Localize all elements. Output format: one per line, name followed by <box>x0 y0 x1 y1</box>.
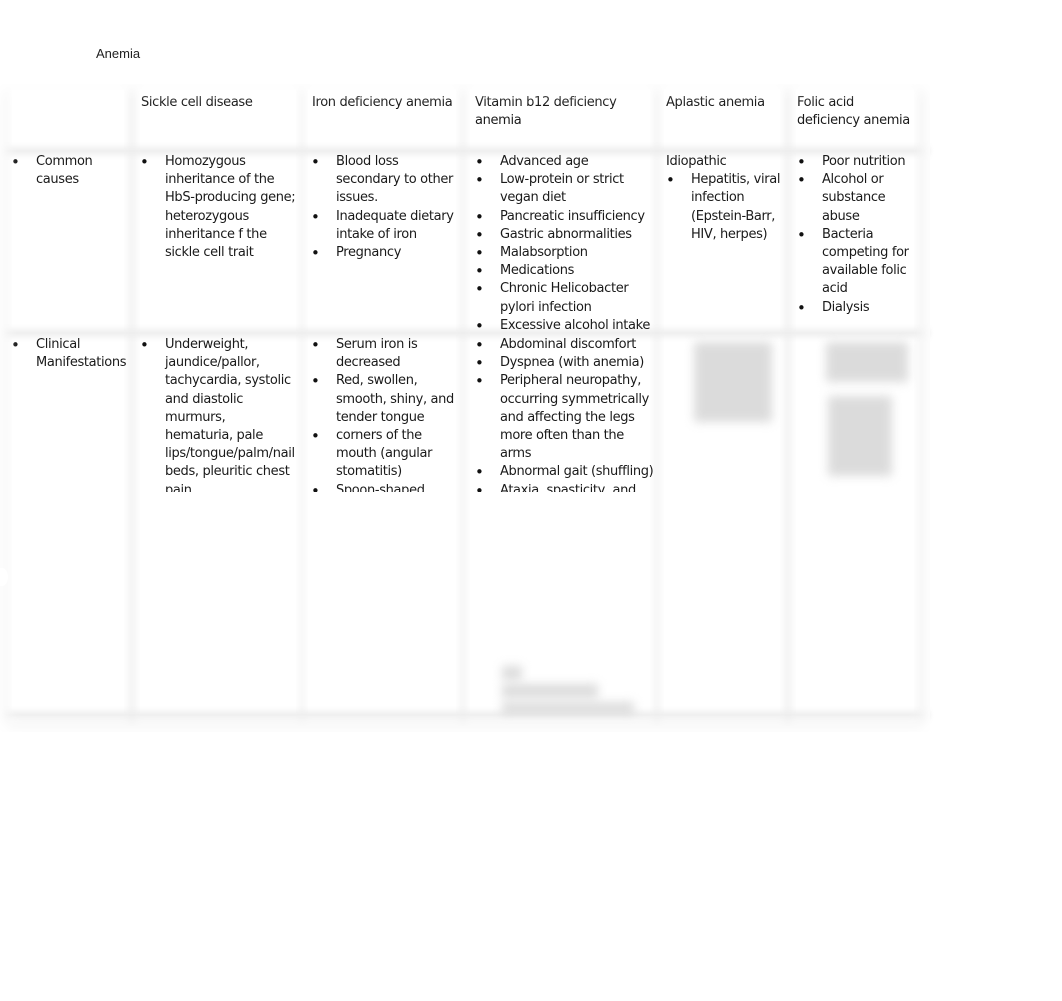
blurred-text-block <box>502 666 522 680</box>
list-item: Advanced age <box>475 153 655 171</box>
table-cell: Serum iron is decreased Red, swollen, sm… <box>311 336 457 492</box>
list-item: Underweight, jaundice/pallor, tachycardi… <box>140 336 296 492</box>
table-cell: Blood loss secondary to other issues. In… <box>311 153 457 262</box>
list-item: Homozygous inheritance of the HbS-produc… <box>140 153 296 262</box>
row-label: Common causes <box>11 153 126 189</box>
row-label-cell: Common causes <box>11 153 126 189</box>
blurred-text-block <box>694 342 772 422</box>
row-label: Clinical Manifestations <box>11 336 131 372</box>
table-cell: Underweight, jaundice/pallor, tachycardi… <box>140 336 296 492</box>
row-divider <box>0 708 930 722</box>
header-cell: Vitamin b12 deficiency anemia <box>475 95 617 129</box>
header-cell: Iron deficiency anemia <box>312 95 453 110</box>
list-item: Pregnancy <box>311 244 457 262</box>
list-item: Chronic Helicobacter pylori infection <box>475 280 655 316</box>
list-item: Low-protein or strict vegan diet <box>475 171 655 207</box>
list-item: Alcohol or substance abuse <box>797 171 915 226</box>
anemia-comparison-table: Sickle cell disease Iron deficiency anem… <box>0 84 930 732</box>
list-item: Blood loss secondary to other issues. <box>311 153 457 208</box>
blurred-text-block <box>502 684 598 698</box>
list-item: Hepatitis, viral infection (Epstein-Barr… <box>666 171 784 244</box>
list-item: Spoon-shaped <box>311 482 457 492</box>
list-item: Malabsorption <box>475 244 655 262</box>
table-cell: Idiopathic Hepatitis, viral infection (E… <box>666 153 784 244</box>
list-item: Bacteria competing for available folic a… <box>797 226 915 299</box>
list-item: Abdominal discomfort <box>475 336 655 354</box>
blurred-text-block <box>828 396 892 476</box>
list-item: Peripheral neuropathy, occurring symmetr… <box>475 372 655 463</box>
list-item: Medications <box>475 262 655 280</box>
table-cell: Poor nutrition Alcohol or substance abus… <box>797 153 915 317</box>
blurred-text-block <box>826 342 908 382</box>
header-cell: Folic acid deficiency anemia <box>797 95 910 129</box>
header-cell: Sickle cell disease <box>141 95 253 110</box>
page-break-notch <box>0 568 8 586</box>
blurred-text-block <box>502 702 634 714</box>
table-cell: Abdominal discomfort Dyspnea (with anemi… <box>475 336 655 492</box>
list-item: Excessive alcohol intake <box>475 317 655 335</box>
table-cell: Homozygous inheritance of the HbS-produc… <box>140 153 296 262</box>
cell-lead-text: Idiopathic <box>666 154 727 169</box>
document-title: Anemia <box>96 46 141 61</box>
table-cell: Advanced age Low-protein or strict vegan… <box>475 153 655 335</box>
list-item: Ataxia, spasticity, and <box>475 482 655 492</box>
row-label-cell: Clinical Manifestations <box>11 336 131 372</box>
list-item: Gastric abnormalities <box>475 226 655 244</box>
list-item: Red, swollen, smooth, shiny, and tender … <box>311 372 457 427</box>
list-item: Pancreatic insufficiency <box>475 208 655 226</box>
list-item: Serum iron is decreased <box>311 336 457 372</box>
list-item: Inadequate dietary intake of iron <box>311 208 457 244</box>
list-item: Abnormal gait (shuffling) <box>475 463 655 481</box>
header-cell: Aplastic anemia <box>666 95 765 110</box>
list-item: corners of the mouth (angular stomatitis… <box>311 427 457 482</box>
list-item: Dialysis <box>797 299 915 317</box>
list-item: Poor nutrition <box>797 153 915 171</box>
list-item: Dyspnea (with anemia) <box>475 354 655 372</box>
